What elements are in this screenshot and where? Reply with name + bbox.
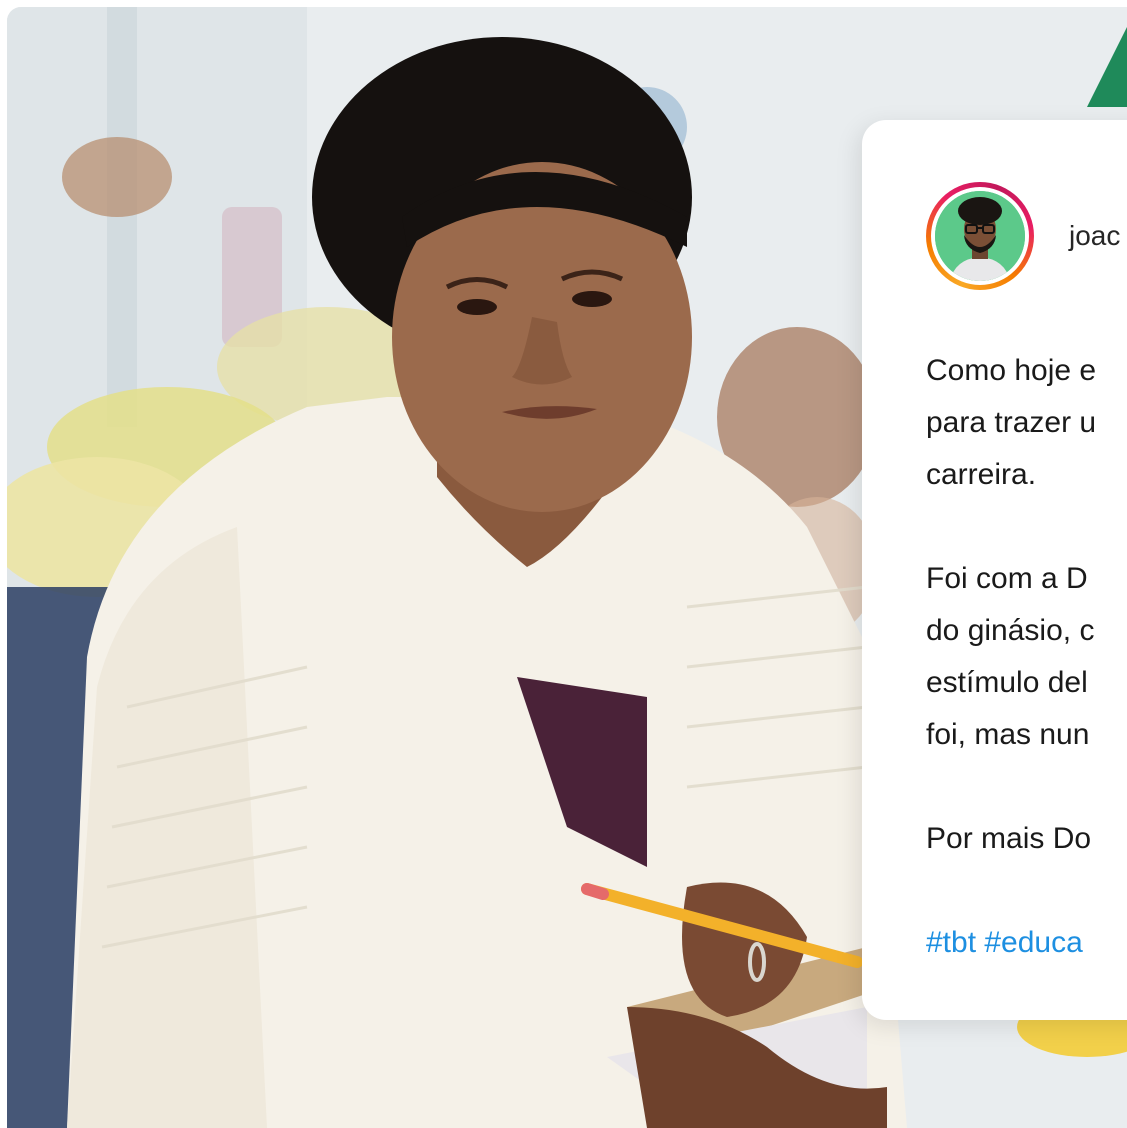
- caption-line: para trazer u: [926, 406, 1097, 439]
- caption-line: Foi com a D: [926, 562, 1088, 595]
- caption-line: foi, mas nun: [926, 718, 1090, 751]
- post-hashtags[interactable]: #tbt #educa: [926, 917, 1127, 969]
- caption-line: estímulo del: [926, 666, 1088, 699]
- caption-paragraph: Por mais Do: [926, 813, 1127, 865]
- avatar[interactable]: [935, 191, 1025, 281]
- story-ring[interactable]: [926, 182, 1034, 290]
- post-caption: Como hoje e para trazer u carreira. Foi co…: [926, 345, 1127, 1020]
- caption-line: Como hoje e: [926, 354, 1097, 387]
- caption-line: carreira.: [926, 458, 1037, 491]
- avatar-image: [935, 191, 1025, 281]
- social-post-card: joac Como hoje e para trazer u carreira. F…: [862, 120, 1127, 1020]
- caption-paragraph: Como hoje e para trazer u carreira.: [926, 345, 1127, 501]
- caption-line: Por mais Do: [926, 822, 1092, 855]
- caption-paragraph: Foi com a D do ginásio, c estímulo del foi,…: [926, 553, 1127, 761]
- caption-line: do ginásio, c: [926, 614, 1095, 647]
- post-username[interactable]: joac: [1069, 220, 1120, 252]
